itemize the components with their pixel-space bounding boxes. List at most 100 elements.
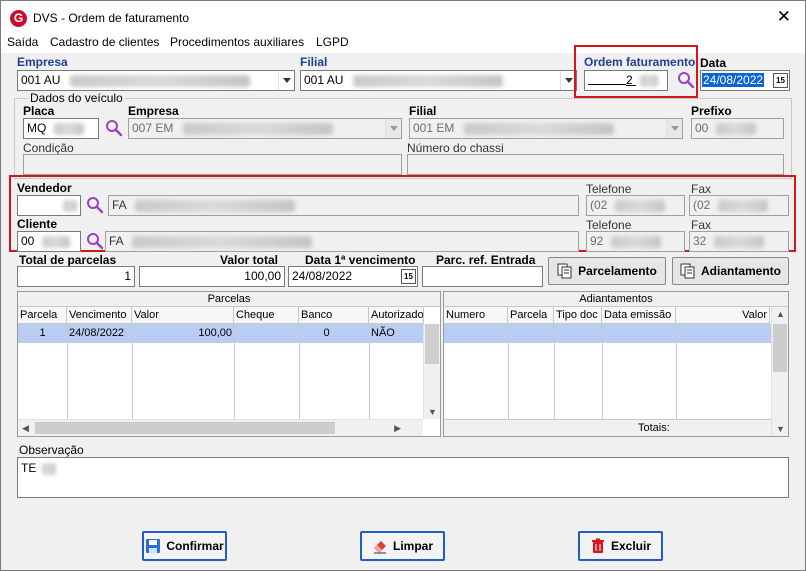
scroll-down-icon[interactable]: ▼ — [428, 407, 437, 417]
confirmar-button[interactable]: Confirmar — [142, 531, 227, 561]
column-header[interactable]: Parcela — [508, 307, 554, 324]
table-row[interactable]: 1 24/08/2022 100,00 0 NÃO — [18, 324, 424, 343]
vendedor-code-input[interactable] — [17, 195, 81, 216]
scroll-up-icon[interactable]: ▲ — [776, 309, 785, 319]
redacted-text — [614, 199, 665, 212]
prefixo-field: 00 — [691, 118, 784, 139]
redacted-text — [132, 235, 313, 248]
cliente-tel-field: 92 — [586, 231, 685, 252]
limpar-button[interactable]: Limpar — [360, 531, 445, 561]
cliente-tel-label: Telefone — [586, 218, 632, 232]
ordem-value: 2 — [626, 73, 633, 87]
empresa-select[interactable]: 001 AU — [17, 70, 295, 91]
cliente-fax-value: 32 — [693, 234, 707, 248]
data-input[interactable]: 24/08/2022 15 — [700, 70, 790, 91]
prefixo-label: Prefixo — [691, 104, 732, 118]
search-icon[interactable] — [86, 196, 104, 214]
cliente-code-input[interactable]: 00 — [17, 231, 81, 252]
column-header[interactable]: Vencimento — [67, 307, 132, 324]
horizontal-scrollbar[interactable]: ◀ ▶ — [18, 419, 423, 436]
redacted-text — [182, 122, 333, 135]
total-parcelas-label: Total de parcelas — [19, 253, 117, 267]
column-header[interactable]: Valor — [676, 307, 770, 324]
observacao-textarea[interactable]: TE — [17, 457, 789, 498]
valor-total-label: Valor total — [220, 253, 279, 267]
table-cell: 0 — [323, 327, 330, 339]
search-icon[interactable] — [105, 119, 123, 137]
table-cell: 100,00 — [198, 327, 232, 339]
vertical-scrollbar[interactable]: ▲ ▼ — [771, 307, 788, 436]
cliente-fax-label: Fax — [691, 218, 712, 232]
vendedor-name-field: FA — [108, 195, 579, 216]
vendedor-name-value: FA — [112, 198, 127, 212]
redacted-text — [352, 74, 503, 87]
parc-ref-entrada-input[interactable] — [422, 266, 543, 287]
placa-input[interactable]: MQ — [23, 118, 99, 139]
menu-saida[interactable]: Saída — [7, 35, 38, 49]
redacted-text — [717, 199, 768, 212]
placa-label: Placa — [23, 104, 55, 118]
adiantamento-label: Adiantamento — [700, 264, 781, 278]
redacted-text — [41, 235, 70, 248]
column-header[interactable]: Tipo doc — [554, 307, 602, 324]
search-icon[interactable] — [86, 232, 104, 250]
empresa-value: 001 AU — [21, 73, 61, 87]
primeiro-vencimento-input[interactable]: 24/08/2022 15 — [288, 266, 418, 287]
vendedor-tel-value: (02 — [590, 198, 608, 212]
vehicle-group-label: Dados do veículo — [28, 91, 125, 105]
column-header[interactable]: Cheque — [234, 307, 299, 324]
cliente-fax-field: 32 — [689, 231, 789, 252]
chevron-down-icon[interactable] — [278, 71, 294, 90]
close-icon[interactable]: ✕ — [777, 7, 791, 27]
adiantamentos-grid-caption: Adiantamentos — [444, 292, 788, 307]
vendedor-fax-value: (02 — [693, 198, 711, 212]
valor-total-input[interactable]: 100,00 — [139, 266, 285, 287]
parcelas-grid[interactable]: Parcelas Parcela Vencimento Valor Cheque… — [17, 291, 441, 437]
ordem-label: Ordem faturamento — [584, 55, 696, 69]
window-title: DVS - Ordem de faturamento — [33, 11, 190, 25]
scroll-down-icon[interactable]: ▼ — [776, 424, 785, 434]
menu-procedimentos-auxiliares[interactable]: Procedimentos auxiliares — [170, 35, 304, 49]
redacted-text — [713, 235, 764, 248]
column-header[interactable]: Numero — [444, 307, 508, 324]
scroll-right-icon[interactable]: ▶ — [394, 423, 401, 434]
excluir-button[interactable]: Excluir — [578, 531, 663, 561]
veiculo-filial-value: 001 EM — [413, 121, 455, 135]
parcelamento-button[interactable]: Parcelamento — [548, 257, 666, 285]
vendedor-tel-label: Telefone — [586, 182, 632, 196]
column-header[interactable]: Parcela — [18, 307, 67, 324]
calendar-icon[interactable]: 15 — [773, 73, 788, 88]
limpar-label: Limpar — [392, 539, 433, 553]
table-cell: NÃO — [371, 327, 395, 339]
main-window: G DVS - Ordem de faturamento ✕ Saída Cad… — [0, 0, 806, 571]
redacted-text — [53, 122, 84, 135]
scroll-left-icon[interactable]: ◀ — [22, 423, 29, 434]
placa-value: MQ — [27, 121, 47, 135]
vendedor-fax-field: (02 — [689, 195, 789, 216]
table-row[interactable] — [444, 324, 771, 343]
calendar-icon[interactable]: 15 — [401, 269, 416, 284]
menu-cadastro-clientes[interactable]: Cadastro de clientes — [50, 35, 159, 49]
menu-lgpd[interactable]: LGPD — [316, 35, 349, 49]
search-icon[interactable] — [677, 71, 695, 89]
adiantamento-button[interactable]: Adiantamento — [672, 257, 789, 285]
vertical-scrollbar[interactable]: ▼ — [423, 324, 440, 419]
chassi-field — [407, 154, 784, 175]
title-bar: G DVS - Ordem de faturamento ✕ — [1, 1, 805, 34]
app-logo-icon: G — [10, 10, 27, 27]
table-cell: 1 — [39, 327, 46, 339]
filial-select[interactable]: 001 AU — [300, 70, 577, 91]
adiantamentos-grid[interactable]: Adiantamentos Numero Parcela Tipo doc Da… — [443, 291, 789, 437]
total-parcelas-input[interactable]: 1 — [17, 266, 135, 287]
filial-label: Filial — [300, 55, 328, 69]
cliente-tel-value: 92 — [590, 234, 604, 248]
veiculo-empresa-value: 007 EM — [132, 121, 174, 135]
column-header[interactable]: Autorizado — [369, 307, 424, 324]
totals-row: Totais: — [444, 419, 771, 436]
column-header[interactable]: Valor — [132, 307, 234, 324]
ordem-input[interactable]: 2 — [584, 70, 668, 91]
vendedor-label: Vendedor — [17, 181, 72, 195]
column-header[interactable]: Data emissão — [602, 307, 676, 324]
column-header[interactable]: Banco — [299, 307, 369, 324]
table-cell: 24/08/2022 — [69, 327, 125, 339]
